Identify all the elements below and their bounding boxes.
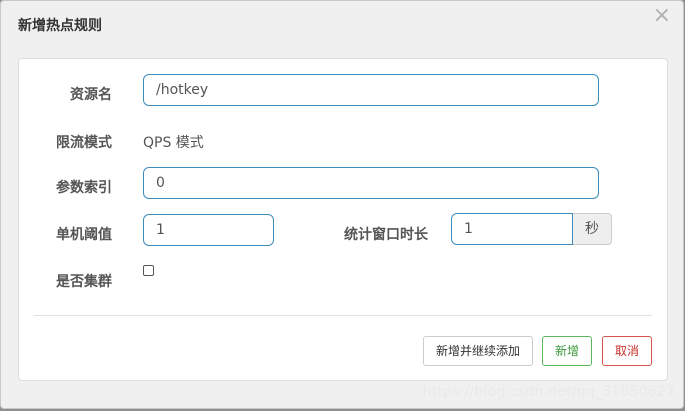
watermark: https://blog.csdn.net/qq_31850627	[422, 384, 675, 400]
add-hotspot-rule-dialog: 新增热点规则 × 资源名 限流模式 QPS 模式 参数索引 单机阈值 统计窗口时…	[0, 0, 684, 409]
resource-name-label: 资源名	[70, 87, 112, 103]
window-duration-input[interactable]	[451, 213, 573, 245]
footer-divider	[34, 315, 652, 316]
add-and-continue-button[interactable]: 新增并继续添加	[423, 336, 533, 366]
cancel-button[interactable]: 取消	[602, 336, 652, 366]
threshold-input[interactable]	[143, 214, 274, 246]
flow-mode-value: QPS 模式	[143, 135, 204, 151]
seconds-unit-addon: 秒	[573, 213, 612, 245]
resource-name-input[interactable]	[143, 74, 599, 106]
cluster-label: 是否集群	[56, 274, 112, 290]
form-panel: 资源名 限流模式 QPS 模式 参数索引 单机阈值 统计窗口时长 秒 是否集群 …	[18, 58, 668, 381]
cluster-checkbox[interactable]	[143, 265, 154, 276]
param-index-label: 参数索引	[56, 180, 112, 196]
window-duration-label: 统计窗口时长	[344, 227, 428, 243]
param-index-input[interactable]	[143, 167, 599, 199]
add-button[interactable]: 新增	[542, 336, 592, 366]
threshold-label: 单机阈值	[56, 227, 112, 243]
flow-mode-label: 限流模式	[56, 135, 112, 151]
close-icon[interactable]: ×	[653, 5, 671, 27]
dialog-title: 新增热点规则	[18, 18, 102, 34]
